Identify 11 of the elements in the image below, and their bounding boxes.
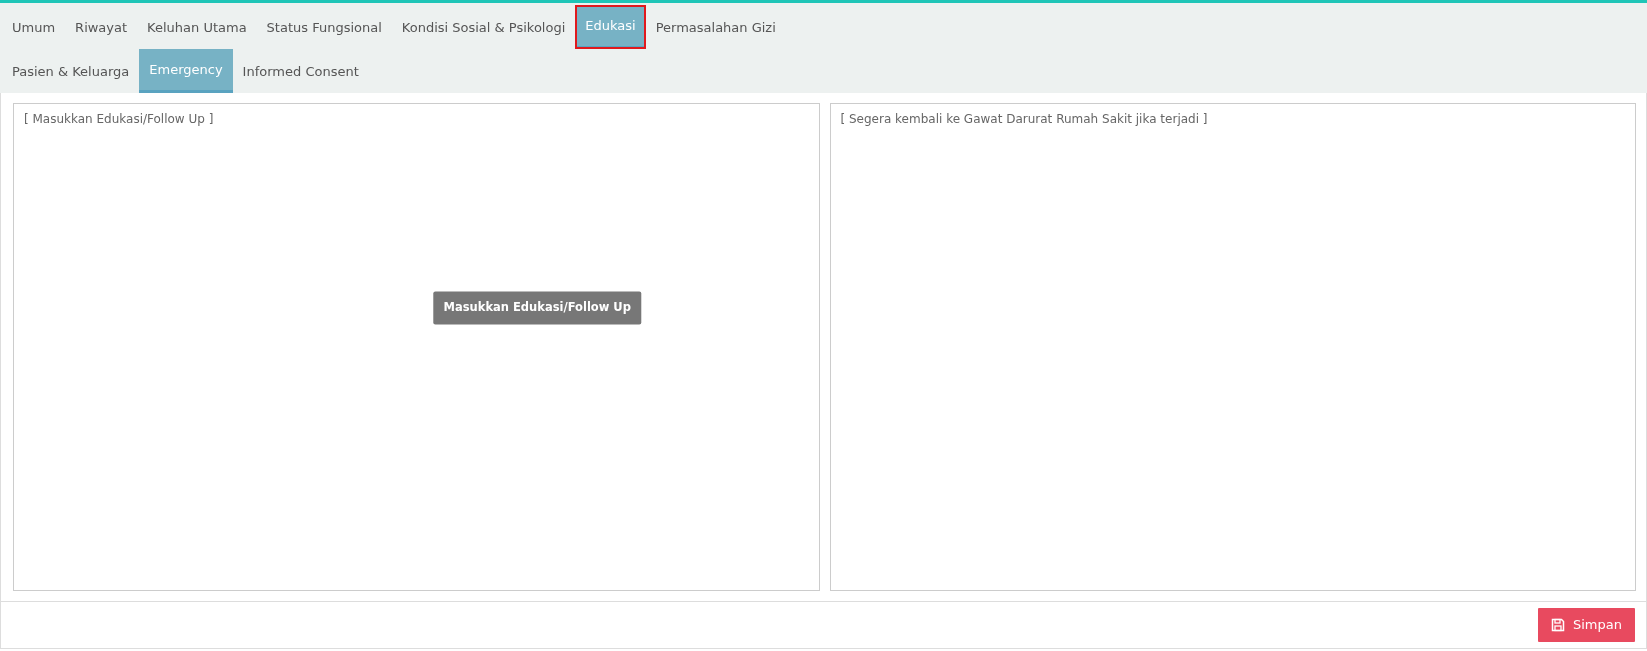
tab[interactable]: Pasien & Keluarga [2, 49, 140, 93]
text-area[interactable]: [ Segera kembali ke Gawat Darurat Rumah Sakit jika terjadi ] [829, 103, 1636, 591]
tab[interactable]: Status Fungsional [256, 5, 392, 49]
tab[interactable]: Umum [2, 5, 66, 49]
tab[interactable]: Permasalahan Gizi [645, 5, 786, 49]
tab[interactable]: Keluhan Utama [137, 5, 257, 49]
tab[interactable]: Riwayat [65, 5, 138, 49]
save-button[interactable]: Simpan [1538, 608, 1635, 642]
tab[interactable]: Kondisi Sosial & Psikologi [391, 5, 576, 49]
tooltip: Masukkan Edukasi/Follow Up [433, 291, 641, 325]
tab[interactable]: Informed Consent [232, 49, 369, 93]
